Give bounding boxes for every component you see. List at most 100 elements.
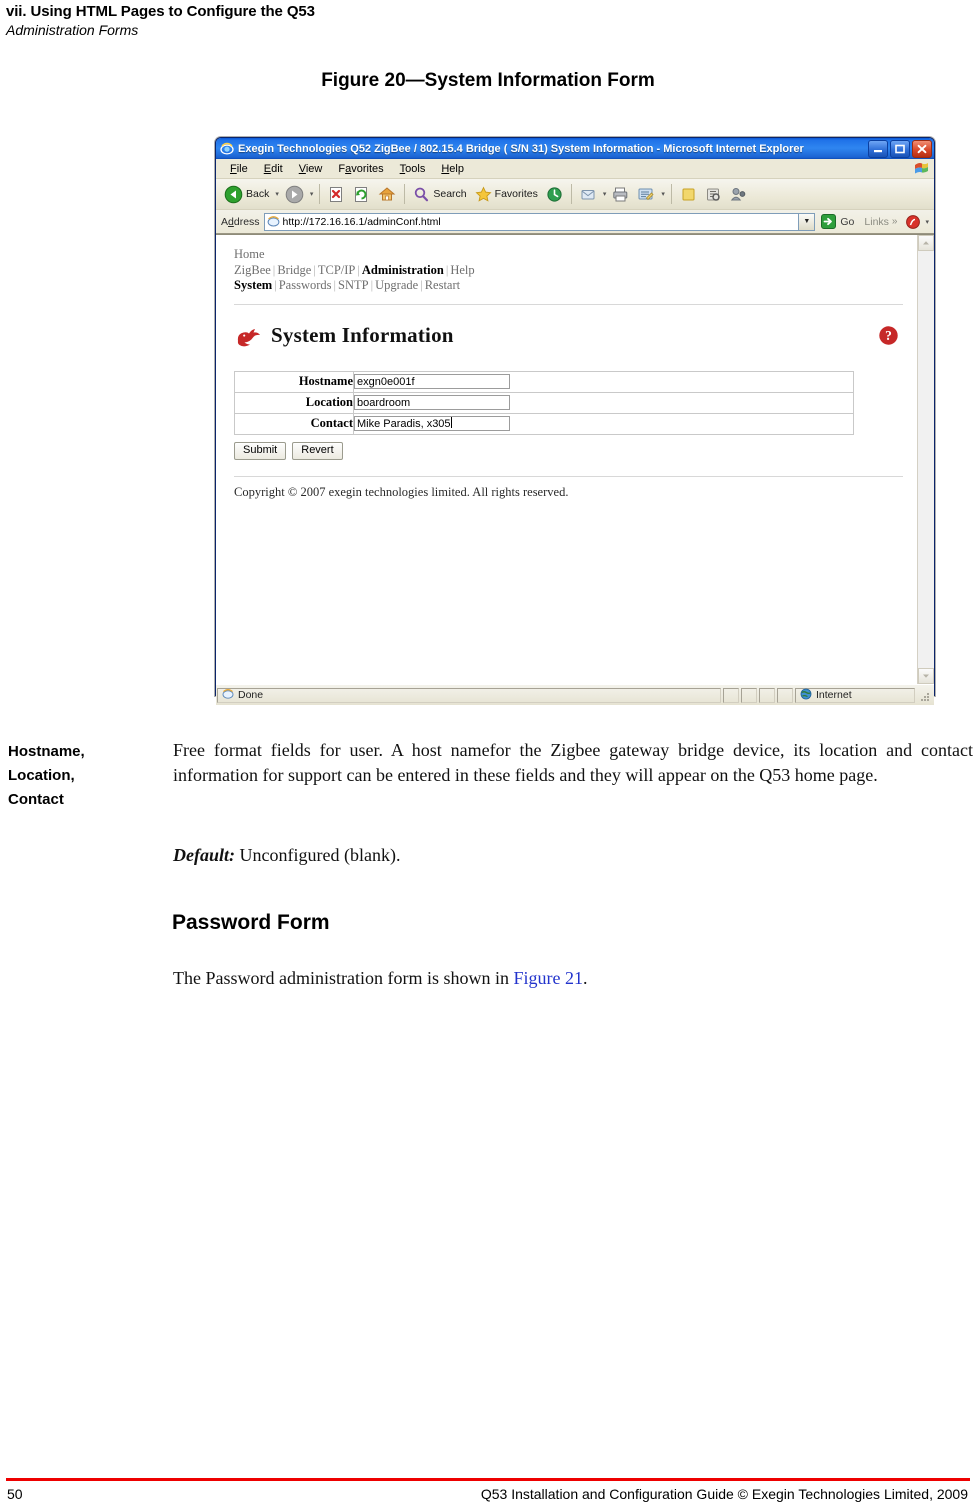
running-head-subtitle: Administration Forms [6, 22, 139, 38]
scroll-up-button[interactable] [918, 235, 934, 251]
refresh-icon [355, 186, 368, 202]
status-pane-1 [723, 687, 739, 703]
favorites-button[interactable]: Favorites [471, 184, 542, 205]
nav-link-help[interactable]: Help [450, 263, 474, 277]
chevron-up-icon [923, 241, 929, 245]
menu-edit[interactable]: Edit [256, 162, 291, 176]
home-button[interactable] [374, 183, 400, 205]
star-icon [475, 186, 492, 202]
go-arrow-icon [821, 214, 837, 229]
research-button[interactable] [701, 184, 726, 205]
messenger-button[interactable] [726, 184, 751, 205]
nav-link-bridge[interactable]: Bridge [277, 263, 311, 277]
note-icon [682, 188, 695, 200]
links-button[interactable]: Links » [864, 216, 897, 228]
nav-primary-row: ZigBee | Bridge | TCP/IP | Administration | Help [234, 263, 903, 279]
revert-button[interactable]: Revert [292, 441, 343, 460]
menu-file[interactable]: File [222, 162, 256, 176]
adobe-pdf-toolbar-button[interactable]: ▾ [905, 214, 931, 230]
history-button[interactable] [542, 184, 567, 205]
search-label: Search [433, 188, 467, 200]
edit-dropdown-caret[interactable]: ▾ [659, 190, 667, 198]
status-pane-4 [777, 687, 793, 703]
browser-addressbar: Address http://172.16.16.1/adminConf.htm… [216, 210, 934, 234]
forward-button[interactable] [281, 183, 308, 206]
nav-link-administration[interactable]: Administration [362, 263, 444, 277]
security-zone-pane[interactable]: Internet [795, 687, 915, 703]
nav-link-tcpip[interactable]: TCP/IP [318, 263, 356, 277]
nav-link-system[interactable]: System [234, 278, 272, 292]
browser-statusbar: Done Internet [216, 684, 934, 705]
nav-link-zigbee[interactable]: ZigBee [234, 263, 271, 277]
section-heading-password-form: Password Form [172, 911, 330, 934]
nav-link-home[interactable]: Home [234, 247, 265, 261]
vertical-scrollbar[interactable] [917, 235, 934, 684]
location-input[interactable]: boardroom [354, 395, 510, 411]
resize-grip-icon[interactable] [918, 688, 932, 702]
exegin-logo-icon [234, 321, 264, 351]
menu-tools[interactable]: Tools [392, 162, 434, 176]
notes-button[interactable] [676, 184, 701, 205]
page-favicon-icon [267, 215, 280, 228]
help-icon[interactable]: ? [878, 325, 899, 346]
go-button[interactable]: Go [820, 213, 854, 230]
figure-21-crossreference-link[interactable]: Figure 21 [513, 968, 583, 988]
nav-link-upgrade[interactable]: Upgrade [375, 278, 418, 292]
research-icon [706, 188, 720, 201]
browser-window: Exegin Technologies Q52 ZigBee / 802.15.… [215, 137, 935, 705]
default-value-paragraph: Default: Unconfigured (blank). [173, 843, 973, 868]
scroll-down-button[interactable] [918, 668, 934, 684]
browser-title-text: Exegin Technologies Q52 ZigBee / 802.15.… [238, 142, 804, 155]
status-text: Done [238, 689, 264, 701]
back-arrow-icon [224, 185, 243, 203]
minimize-button[interactable] [868, 139, 888, 158]
nav-link-sntp[interactable]: SNTP [338, 278, 369, 292]
webpage-heading-row: System Information ? [234, 321, 903, 351]
back-button[interactable]: Back [220, 183, 273, 206]
maximize-button[interactable] [890, 139, 910, 158]
edit-page-icon [638, 188, 654, 200]
edit-button[interactable] [633, 184, 659, 205]
default-label: Default: [173, 845, 235, 865]
contact-input[interactable]: Mike Paradis, x305 [354, 416, 510, 432]
nav-link-passwords[interactable]: Passwords [279, 278, 332, 292]
internet-explorer-icon [220, 142, 234, 156]
browser-toolbar: Back ▾ ▾ Search Favorites ▾ ▾ [216, 179, 934, 210]
menu-help[interactable]: Help [433, 162, 472, 176]
print-button[interactable] [608, 184, 633, 205]
table-row: Contact Mike Paradis, x305 [234, 412, 854, 435]
mail-dropdown-caret[interactable]: ▾ [601, 190, 609, 198]
mail-button[interactable] [576, 184, 601, 205]
password-form-intro-paragraph: The Password administration form is show… [173, 966, 973, 991]
hostname-label: Hostname [234, 370, 354, 393]
close-button[interactable] [912, 139, 932, 158]
search-button[interactable]: Search [409, 184, 470, 205]
forward-arrow-icon [285, 185, 304, 203]
submit-button[interactable]: Submit [234, 441, 287, 460]
status-pane-3 [759, 687, 775, 703]
hostname-input[interactable]: exgn0e001f [354, 374, 510, 390]
refresh-button[interactable] [349, 184, 374, 205]
go-label: Go [840, 215, 855, 228]
pdf-dropdown-caret[interactable]: ▾ [923, 218, 931, 226]
back-dropdown-caret[interactable]: ▾ [273, 190, 281, 198]
address-dropdown-button[interactable]: ▼ [799, 212, 816, 231]
menu-favorites[interactable]: Favorites [330, 162, 391, 176]
history-icon [547, 186, 562, 202]
page-title: System Information [271, 323, 454, 347]
toolbar-separator [570, 184, 572, 204]
figure-caption: Figure 20—System Information Form [321, 70, 655, 91]
window-controls [868, 139, 932, 158]
text-caret [450, 417, 452, 429]
nav-link-restart[interactable]: Restart [425, 278, 460, 292]
menu-view[interactable]: View [291, 162, 331, 176]
browser-menubar: File Edit View Favorites Tools Help [216, 159, 934, 179]
forward-dropdown-caret[interactable]: ▾ [308, 190, 316, 198]
favorites-label: Favorites [494, 188, 538, 200]
contact-input-value: Mike Paradis, x305 [357, 418, 451, 431]
running-head: vii. Using HTML Pages to Configure the Q… [6, 2, 966, 39]
webpage-nav: Home ZigBee | Bridge | TCP/IP | Administration… [234, 245, 903, 294]
stop-button[interactable] [324, 184, 349, 205]
address-input[interactable]: http://172.16.16.1/adminConf.html [263, 212, 800, 231]
chevron-double-right-icon: » [891, 216, 898, 227]
